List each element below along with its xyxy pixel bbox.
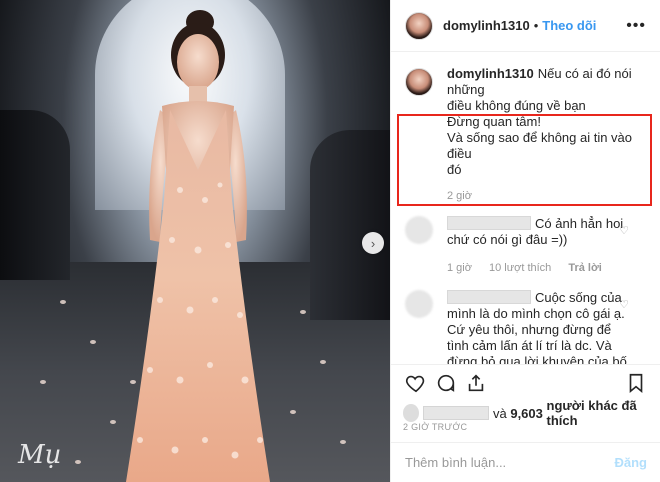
- caption-time: 2 giờ: [447, 190, 472, 202]
- heart-icon: [405, 375, 425, 392]
- share-upload-icon: [468, 373, 484, 391]
- next-photo-button[interactable]: ›: [362, 232, 384, 254]
- likes-and: và: [492, 405, 507, 421]
- comment-time: 1 giờ: [447, 262, 472, 274]
- reply-button[interactable]: Trả lời: [568, 262, 602, 274]
- add-comment-bar: Đăng: [391, 442, 660, 482]
- caption: domylinh1310 Nếu có ai đó nói những điều …: [405, 66, 647, 178]
- liker-avatar[interactable]: [403, 404, 420, 422]
- comment-likes[interactable]: 10 lượt thích: [489, 262, 551, 274]
- photo-signature: Mụ: [18, 440, 62, 470]
- post-photo[interactable]: › Mụ: [0, 0, 390, 482]
- author-username[interactable]: domylinh1310: [443, 18, 530, 33]
- separator-dot: •: [533, 18, 539, 33]
- action-bar: [391, 364, 660, 400]
- comment-input[interactable]: [405, 455, 615, 470]
- post-timestamp[interactable]: 2 GIỜ TRƯỚC: [403, 422, 467, 432]
- comments-list[interactable]: domylinh1310 Nếu có ai đó nói những điều …: [391, 52, 660, 364]
- comment-like-heart-icon[interactable]: ♡: [619, 224, 629, 237]
- like-button[interactable]: [401, 369, 431, 397]
- caption-text: domylinh1310 Nếu có ai đó nói những điều …: [447, 66, 647, 178]
- likes-count[interactable]: 9,603: [510, 406, 543, 421]
- commenter-name-redacted[interactable]: [447, 290, 531, 304]
- comment-like-heart-icon[interactable]: ♡: [619, 298, 629, 311]
- caption-author-avatar[interactable]: [405, 68, 433, 96]
- comment-body: Có ảnh hẳn hoi chứ có nói gì đâu =)) 1 g…: [447, 216, 633, 276]
- caption-line-4: Và sống sao để không ai tin vào điều: [447, 130, 633, 161]
- chevron-right-icon: ›: [370, 235, 376, 251]
- comment-item: Cuộc sống của mình là do mình chọn cô gá…: [405, 290, 647, 364]
- bookmark-icon: [629, 373, 643, 393]
- likes-suffix[interactable]: người khác đã thích: [547, 398, 660, 428]
- caption-line-5: đó: [447, 162, 462, 177]
- comment-body: Cuộc sống của mình là do mình chọn cô gá…: [447, 290, 633, 364]
- share-button[interactable]: [461, 369, 491, 397]
- follow-button[interactable]: Theo dõi: [542, 18, 596, 33]
- liker-name-redacted[interactable]: [423, 406, 489, 420]
- post-panel: domylinh1310 • Theo dõi ••• domylinh1310…: [390, 0, 660, 482]
- comment-item: Có ảnh hẳn hoi chứ có nói gì đâu =)) 1 g…: [405, 216, 647, 276]
- comment-button[interactable]: [431, 369, 461, 397]
- comment-meta: 1 giờ 10 lượt thích Trả lời: [447, 260, 633, 276]
- post-header: domylinh1310 • Theo dõi •••: [391, 0, 660, 52]
- caption-username[interactable]: domylinh1310: [447, 66, 534, 81]
- commenter-avatar[interactable]: [405, 216, 433, 244]
- save-button[interactable]: [621, 369, 651, 397]
- author-avatar[interactable]: [405, 11, 433, 40]
- caption-line-3: Đừng quan tâm!: [447, 114, 541, 129]
- more-options-icon[interactable]: •••: [626, 17, 646, 35]
- comment-icon: [437, 374, 455, 392]
- commenter-name-redacted[interactable]: [447, 216, 531, 230]
- post-comment-button[interactable]: Đăng: [615, 455, 648, 470]
- caption-line-2: điều không đúng về bạn: [447, 98, 586, 113]
- model-figure: [126, 10, 270, 482]
- commenter-avatar[interactable]: [405, 290, 433, 318]
